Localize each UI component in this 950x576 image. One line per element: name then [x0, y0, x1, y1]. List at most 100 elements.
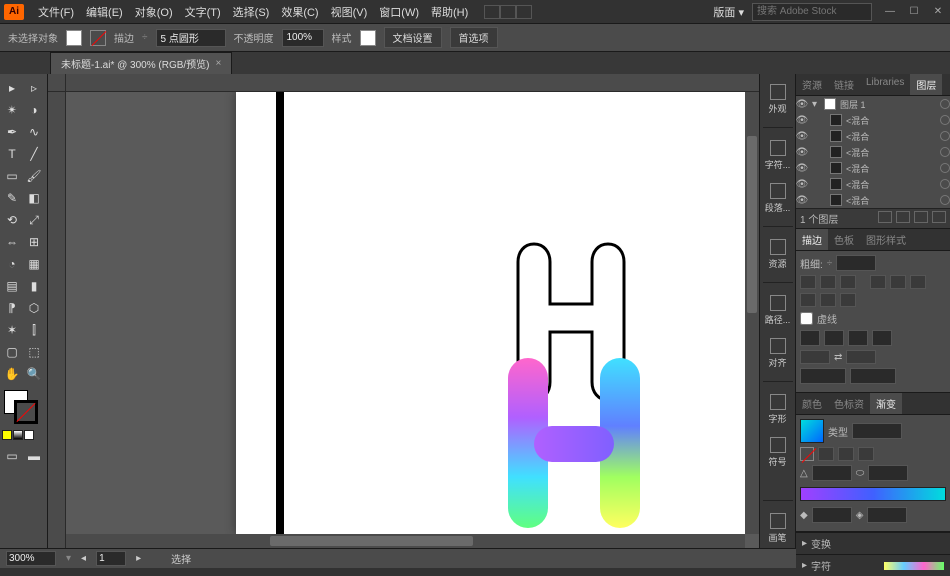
delete-layer-icon[interactable]: [932, 211, 946, 223]
color-mode-color[interactable]: [2, 430, 12, 440]
magic-wand-tool[interactable]: ✴: [2, 100, 22, 120]
stroke-indicator[interactable]: [14, 400, 38, 424]
screen-mode-normal[interactable]: ▭: [2, 446, 22, 466]
eyedropper-tool[interactable]: ⁋: [2, 298, 22, 318]
symbol-sprayer-tool[interactable]: ✶: [2, 320, 22, 340]
visibility-toggle[interactable]: 👁: [796, 178, 808, 190]
gradient-stroke-along[interactable]: [838, 447, 854, 461]
perspective-tool[interactable]: ▦: [24, 254, 44, 274]
curvature-tool[interactable]: ∿: [24, 122, 44, 142]
blend-tool[interactable]: ⬡: [24, 298, 44, 318]
width-tool[interactable]: ⇔: [2, 232, 22, 252]
weight-stepper[interactable]: ÷: [827, 258, 833, 269]
layer-target[interactable]: [940, 163, 950, 173]
gap-1[interactable]: [824, 330, 844, 346]
arrow-start[interactable]: [800, 350, 830, 364]
collapsed-transform-panel[interactable]: ▸ 变换: [796, 532, 950, 554]
stop-location[interactable]: [867, 507, 907, 523]
artboard-tool[interactable]: ▢: [2, 342, 22, 362]
lasso-tool[interactable]: ◑: [24, 100, 44, 120]
sublayer-row[interactable]: 👁<混合: [796, 144, 950, 160]
gradient-stroke-across[interactable]: [818, 447, 834, 461]
layer-target[interactable]: [940, 99, 950, 109]
opacity-input[interactable]: [282, 29, 324, 47]
align-stroke-center[interactable]: [800, 293, 816, 307]
close-button[interactable]: ✕: [930, 6, 946, 18]
layer-target[interactable]: [940, 131, 950, 141]
color-mode-gradient[interactable]: [13, 430, 23, 440]
scrollbar-vertical[interactable]: [745, 92, 759, 534]
visibility-toggle[interactable]: 👁: [796, 146, 808, 158]
gradient-angle[interactable]: [812, 465, 852, 481]
type-tool[interactable]: T: [2, 144, 22, 164]
panel-tab-assets[interactable]: 资源: [796, 74, 828, 95]
visibility-toggle[interactable]: 👁: [796, 194, 808, 206]
layer-target[interactable]: [940, 179, 950, 189]
dock-assets[interactable]: 资源: [763, 239, 793, 270]
artboard-nav-next[interactable]: ▸: [136, 553, 141, 564]
menu-select[interactable]: 选择(S): [227, 2, 276, 22]
sublayer-row[interactable]: 👁<混合: [796, 176, 950, 192]
panel-tab-layers[interactable]: 图层: [910, 74, 942, 95]
arrow-scale-end[interactable]: [850, 368, 896, 384]
menu-edit[interactable]: 编辑(E): [80, 2, 129, 22]
gradient-stroke-within[interactable]: [858, 447, 874, 461]
stroke-swatch[interactable]: [90, 30, 106, 46]
locate-icon[interactable]: [878, 211, 892, 223]
direct-selection-tool[interactable]: ▹: [24, 78, 44, 98]
ruler-vertical[interactable]: [48, 92, 66, 548]
panel-tab-graphicstyles[interactable]: 图形样式: [860, 229, 912, 250]
cap-butt[interactable]: [800, 275, 816, 289]
search-input[interactable]: [752, 3, 872, 21]
new-sublayer-icon[interactable]: [896, 211, 910, 223]
new-layer-icon[interactable]: [914, 211, 928, 223]
document-setup-button[interactable]: 文档设置: [384, 27, 442, 48]
line-tool[interactable]: ╱: [24, 144, 44, 164]
panel-tab-colorguide[interactable]: 色标资: [828, 393, 870, 414]
scale-tool[interactable]: ⤢: [24, 210, 44, 230]
free-transform-tool[interactable]: ⊞: [24, 232, 44, 252]
zoom-input[interactable]: [6, 551, 56, 566]
gradient-stroke-swatch[interactable]: [800, 447, 814, 461]
align-stroke-outside[interactable]: [840, 293, 856, 307]
stroke-profile-select[interactable]: [156, 29, 226, 47]
sublayer-row[interactable]: 👁<混合: [796, 128, 950, 144]
slice-tool[interactable]: ⬚: [24, 342, 44, 362]
paintbrush-tool[interactable]: 🖌: [24, 166, 44, 186]
screen-mode-full[interactable]: ▬: [24, 446, 44, 466]
gradient-swatch[interactable]: [800, 419, 824, 443]
document-tab[interactable]: 未标题-1.ai* @ 300% (RGB/预览) ×: [50, 52, 232, 74]
cap-round[interactable]: [820, 275, 836, 289]
dash-1[interactable]: [800, 330, 820, 346]
dock-glyphs[interactable]: 字形: [763, 394, 793, 425]
dashed-checkbox[interactable]: [800, 312, 813, 325]
corner-miter[interactable]: [870, 275, 886, 289]
visibility-toggle[interactable]: 👁: [796, 98, 808, 110]
sublayer-row[interactable]: 👁<混合: [796, 192, 950, 208]
visibility-toggle[interactable]: 👁: [796, 162, 808, 174]
corner-bevel[interactable]: [910, 275, 926, 289]
stroke-weight-stepper[interactable]: ÷: [142, 32, 148, 43]
dock-appearance[interactable]: 外观: [763, 84, 793, 115]
panel-tab-swatches[interactable]: 色板: [828, 229, 860, 250]
scrollbar-h-thumb[interactable]: [270, 536, 474, 546]
panel-tab-gradient[interactable]: 渐变: [870, 393, 902, 414]
zoom-tool[interactable]: 🔍: [24, 364, 44, 384]
cap-projecting[interactable]: [840, 275, 856, 289]
gradient-tool[interactable]: ▮: [24, 276, 44, 296]
panel-tab-links[interactable]: 链接: [828, 74, 860, 95]
workspace-switcher[interactable]: 版面 ▾: [707, 2, 750, 22]
ruler-horizontal[interactable]: [66, 74, 759, 92]
viewport[interactable]: [66, 92, 745, 534]
gpu-icon[interactable]: [516, 5, 532, 19]
stroke-weight-input[interactable]: [836, 255, 876, 271]
scrollbar-v-thumb[interactable]: [747, 136, 757, 313]
mesh-tool[interactable]: ▤: [2, 276, 22, 296]
arrange-icon[interactable]: [500, 5, 516, 19]
ruler-origin[interactable]: [48, 74, 66, 92]
dock-align[interactable]: 对齐: [763, 338, 793, 369]
rectangle-tool[interactable]: ▭: [2, 166, 22, 186]
dock-character[interactable]: 字符...: [763, 140, 793, 171]
arrow-end[interactable]: [846, 350, 876, 364]
layer-target[interactable]: [940, 147, 950, 157]
